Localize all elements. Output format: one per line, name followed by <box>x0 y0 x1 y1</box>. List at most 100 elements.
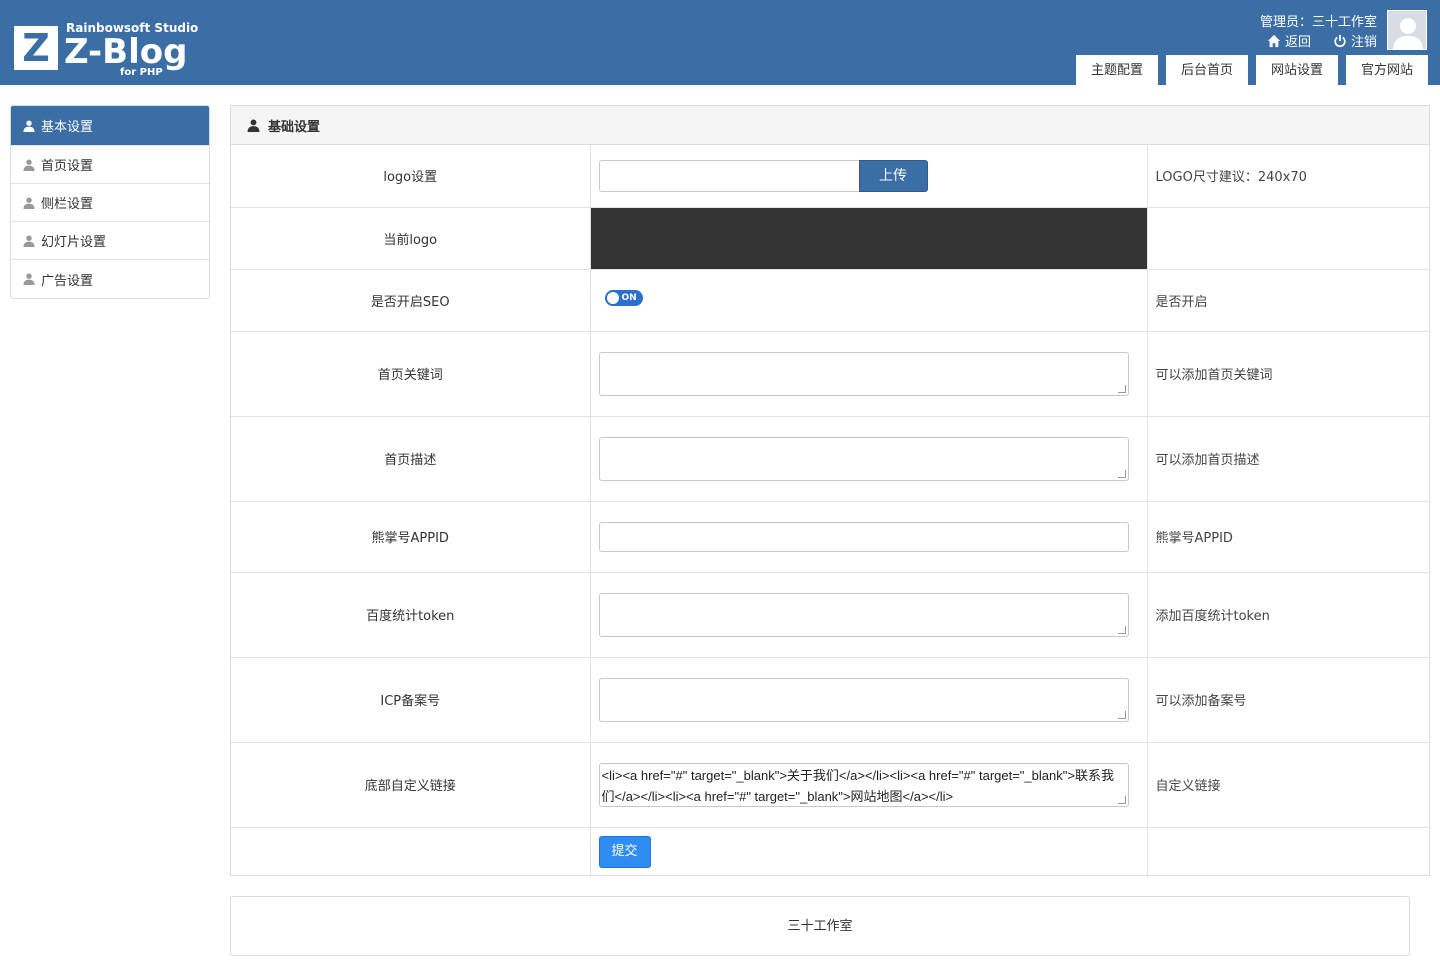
resize-handle[interactable] <box>1117 384 1126 393</box>
row-label: 首页描述 <box>231 416 591 502</box>
row-label: logo设置 <box>231 145 591 208</box>
user-icon <box>23 235 35 247</box>
row-control <box>590 331 1148 417</box>
row-hint: 可以添加备案号 <box>1147 657 1429 743</box>
row-hint: 可以添加首页描述 <box>1147 416 1429 502</box>
sidebar-item-home[interactable]: 首页设置 <box>11 146 209 184</box>
sidebar-item-label: 基本设置 <box>41 120 94 135</box>
row-control: <li><a href="#" target="_blank">关于我们</a>… <box>590 742 1148 828</box>
row-hint: 熊掌号APPID <box>1147 501 1429 573</box>
row-control <box>590 416 1148 502</box>
power-icon <box>1334 34 1346 47</box>
admin-name: 管理员：三十工作室 <box>1259 15 1377 30</box>
upload-button[interactable]: 上传 <box>858 159 928 192</box>
sidebar-item-label: 广告设置 <box>41 273 94 289</box>
resize-handle[interactable] <box>1117 710 1126 719</box>
zblog-logo[interactable]: Z Rainbowsoft Studio Z-Blog for PHP <box>14 20 204 80</box>
row-label: 是否开启SEO <box>231 269 591 332</box>
logo-path-input[interactable] <box>598 159 859 192</box>
submit-button[interactable]: 提交 <box>598 836 651 869</box>
user-icon <box>247 119 260 132</box>
toggle-knob <box>605 291 620 305</box>
avatar[interactable] <box>1387 10 1427 50</box>
form-row-footer-links: 底部自定义链接 <li><a href="#" target="_blank">… <box>231 742 1429 828</box>
form-row-logo: logo设置 上传 LOGO尺寸建议：240x70 <box>231 145 1429 208</box>
row-hint-empty <box>1147 827 1429 877</box>
row-label: 首页关键词 <box>231 331 591 417</box>
sidebar-item-label: 幻灯片设置 <box>41 235 107 250</box>
panel-title: 基础设置 <box>268 119 321 135</box>
logo-letter: Z <box>14 26 58 70</box>
toggle-state: ON <box>621 293 637 303</box>
keywords-textarea[interactable] <box>598 351 1129 396</box>
description-textarea[interactable] <box>598 436 1129 481</box>
row-label: 百度统计token <box>231 572 591 658</box>
user-icon <box>23 273 35 285</box>
row-control <box>590 657 1148 743</box>
appid-input[interactable] <box>598 521 1129 552</box>
sidebar-item-slides[interactable]: 幻灯片设置 <box>11 222 209 260</box>
row-label: 当前logo <box>231 207 591 270</box>
settings-form: logo设置 上传 LOGO尺寸建议：240x70 当前logo 是否开启SEO… <box>231 145 1429 877</box>
logout-label: 注销 <box>1350 35 1377 50</box>
row-hint: 自定义链接 <box>1147 742 1429 828</box>
user-avatar-icon <box>1393 18 1423 49</box>
footer-links-textarea[interactable]: <li><a href="#" target="_blank">关于我们</a>… <box>598 762 1129 807</box>
resize-handle[interactable] <box>1117 625 1126 634</box>
logo-name-text: Z-Blog <box>64 32 188 72</box>
row-label: ICP备案号 <box>231 657 591 743</box>
logo-upload: 上传 <box>598 159 1128 192</box>
seo-toggle[interactable]: ON <box>604 290 643 306</box>
row-hint: 是否开启 <box>1147 269 1429 332</box>
footer-links-value: <li><a href="#" target="_blank">关于我们</a>… <box>601 767 1114 804</box>
user-icon <box>23 159 35 171</box>
back-link[interactable]: 返回 <box>1267 31 1311 50</box>
top-header: Z Rainbowsoft Studio Z-Blog for PHP 管理员：… <box>0 0 1440 85</box>
form-row-keywords: 首页关键词 可以添加首页关键词 <box>231 331 1429 417</box>
tab-admin-home[interactable]: 后台首页 <box>1165 55 1248 85</box>
row-control: 上传 <box>590 145 1148 208</box>
logout-link[interactable]: 注销 <box>1333 31 1377 50</box>
form-row-current-logo: 当前logo <box>231 207 1429 270</box>
sidebar-item-label: 首页设置 <box>41 159 94 174</box>
page-footer: 三十工作室 <box>230 896 1410 956</box>
row-label-empty <box>231 827 591 877</box>
tab-official-site[interactable]: 官方网站 <box>1345 55 1428 85</box>
form-row-seo: 是否开启SEO ON 是否开启 <box>231 269 1429 332</box>
row-hint: 添加百度统计token <box>1147 572 1429 658</box>
resize-handle[interactable] <box>1117 795 1126 804</box>
row-control: ON <box>590 269 1148 332</box>
home-icon <box>1267 34 1281 47</box>
form-row-description: 首页描述 可以添加首页描述 <box>231 416 1429 502</box>
row-hint: LOGO尺寸建议：240x70 <box>1147 145 1429 208</box>
baidu-token-textarea[interactable] <box>598 592 1129 637</box>
form-row-appid: 熊掌号APPID 熊掌号APPID <box>231 501 1429 573</box>
sidebar-item-ads[interactable]: 广告设置 <box>11 260 209 298</box>
top-tabs: 主题配置 后台首页 网站设置 官方网站 <box>1075 55 1428 85</box>
user-actions: 返回 注销 <box>1267 31 1377 50</box>
resize-handle[interactable] <box>1117 469 1126 478</box>
form-row-baidu-token: 百度统计token 添加百度统计token <box>231 572 1429 658</box>
row-control <box>590 572 1148 658</box>
row-hint: 可以添加首页关键词 <box>1147 331 1429 417</box>
row-label: 底部自定义链接 <box>231 742 591 828</box>
icp-textarea[interactable] <box>598 677 1129 722</box>
row-control <box>590 501 1148 573</box>
sidebar-item-sidebar[interactable]: 侧栏设置 <box>11 184 209 222</box>
row-hint <box>1147 207 1429 270</box>
user-icon <box>23 120 35 132</box>
panel-header: 基础设置 <box>231 106 1429 145</box>
current-logo-preview <box>590 207 1148 270</box>
logo-sub-text: for PHP <box>120 67 163 78</box>
sidebar: 基本设置 首页设置 侧栏设置 幻灯片设置 广告设置 <box>10 105 210 299</box>
tab-site-settings[interactable]: 网站设置 <box>1255 55 1338 85</box>
form-row-icp: ICP备案号 可以添加备案号 <box>231 657 1429 743</box>
row-control: 提交 <box>590 827 1148 877</box>
back-label: 返回 <box>1284 35 1311 50</box>
row-label: 熊掌号APPID <box>231 501 591 573</box>
user-icon <box>23 197 35 209</box>
form-row-submit: 提交 <box>231 827 1429 877</box>
sidebar-item-label: 侧栏设置 <box>41 197 94 212</box>
tab-theme-config[interactable]: 主题配置 <box>1075 55 1158 85</box>
sidebar-item-basic[interactable]: 基本设置 <box>11 106 209 146</box>
